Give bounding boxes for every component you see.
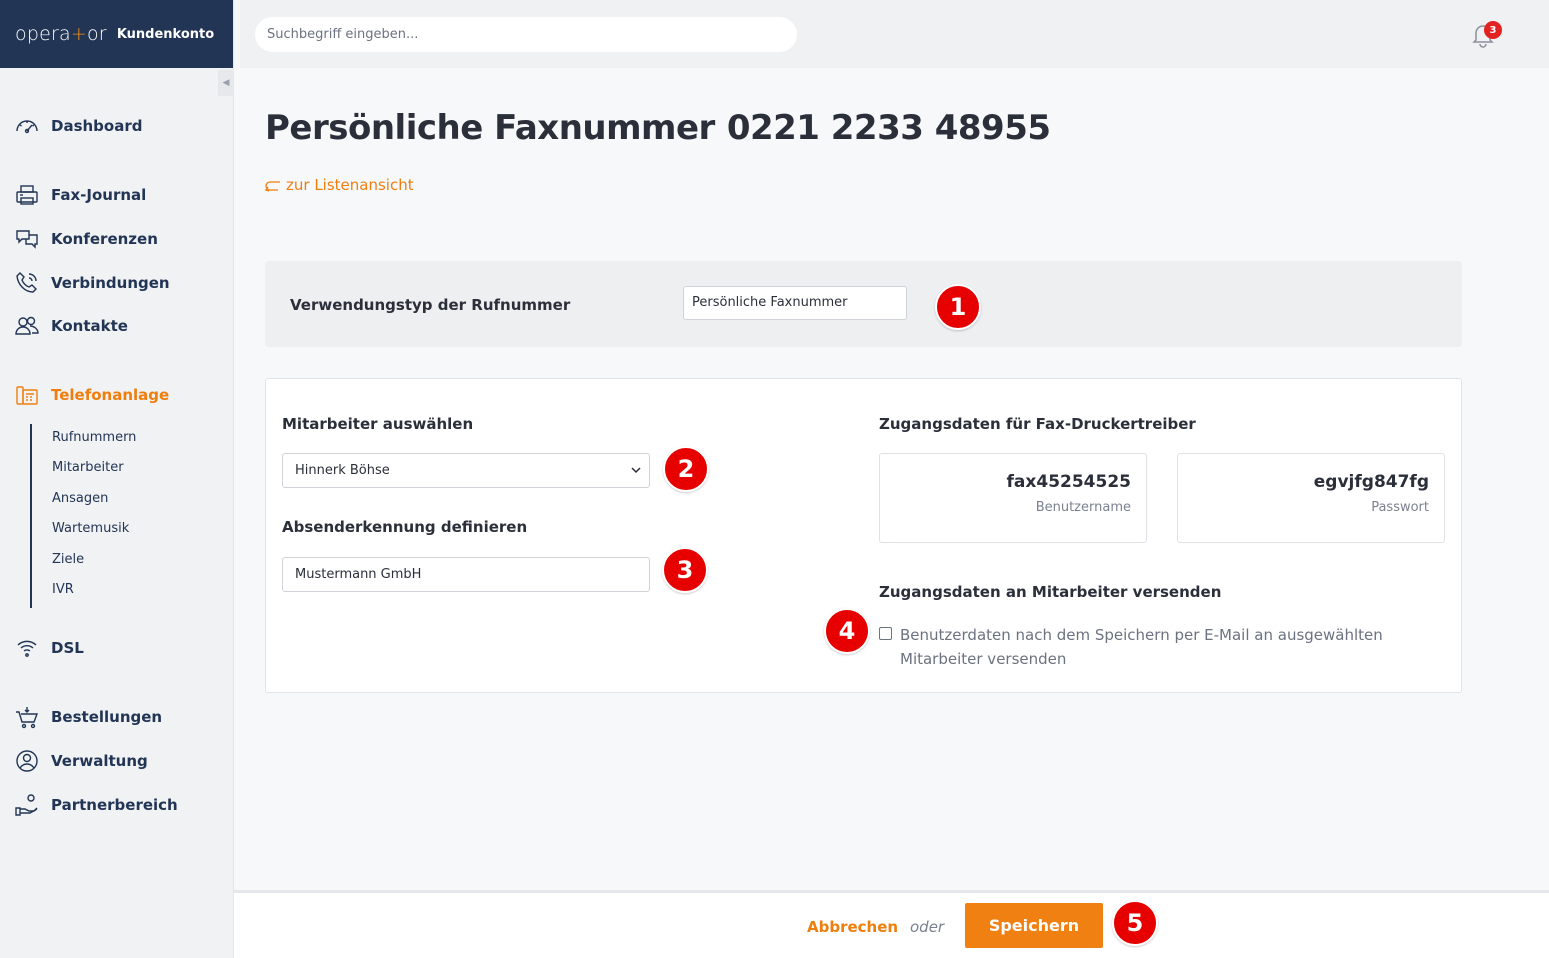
sidebar-item-bestellungen[interactable]: Bestellungen — [14, 704, 162, 730]
sidebar-item-fax-journal[interactable]: Fax-Journal — [14, 182, 146, 208]
sidebar-item-dsl[interactable]: DSL — [14, 635, 84, 661]
return-arrow-icon — [264, 181, 280, 192]
sidebar-item-verbindungen[interactable]: Verbindungen — [14, 270, 170, 296]
notification-badge: 3 — [1484, 21, 1502, 39]
employee-heading: Mitarbeiter auswählen — [282, 415, 474, 433]
back-to-list-link[interactable]: zur Listenansicht — [264, 176, 414, 194]
sidebar-item-label: Kontakte — [51, 317, 128, 335]
contacts-icon — [15, 316, 39, 335]
telefonanlage-subnav: Rufnummern Mitarbeiter Ansagen Wartemusi… — [30, 424, 136, 608]
callout-marker-1: 1 — [935, 284, 981, 330]
chat-bubbles-icon — [16, 230, 38, 249]
collapse-sidebar-button[interactable]: ◀ — [218, 70, 234, 96]
employee-select[interactable]: Hinnerk Böhse — [282, 453, 650, 488]
send-credentials-option[interactable]: Benutzerdaten nach dem Speichern per E-M… — [879, 623, 1440, 671]
subnav-item-rufnummern[interactable]: Rufnummern — [52, 430, 136, 445]
usage-type-panel: Verwendungstyp der Rufnummer Persönliche… — [265, 261, 1462, 347]
dashboard-gauge-icon — [16, 120, 38, 134]
or-separator: oder — [910, 918, 945, 936]
sidebar-item-dashboard[interactable]: Dashboard — [14, 113, 142, 139]
sidebar-item-label: Bestellungen — [51, 708, 163, 726]
sidebar-item-kontakte[interactable]: Kontakte — [14, 313, 128, 339]
sidebar-item-label: Dashboard — [51, 117, 143, 135]
username-value: fax45254525 — [1006, 472, 1131, 492]
sidebar-item-label: Konferenzen — [51, 230, 158, 248]
fax-printer-icon — [16, 185, 38, 205]
sidebar-item-label: Verwaltung — [51, 752, 148, 770]
sidebar-item-label: Fax-Journal — [51, 186, 147, 204]
sidebar-item-telefonanlage[interactable]: Telefonanlage — [14, 382, 169, 408]
save-button[interactable]: Speichern — [965, 903, 1103, 948]
password-caption: Passwort — [1371, 500, 1429, 515]
logo: opera+or — [15, 23, 107, 45]
chevron-left-icon: ◀ — [222, 78, 230, 88]
page-title: Persönliche Faxnummer 0221 2233 48955 — [265, 108, 1051, 148]
cancel-button[interactable]: Abbrechen — [807, 918, 898, 936]
send-credentials-label: Benutzerdaten nach dem Speichern per E-M… — [900, 626, 1383, 668]
usage-type-label: Verwendungstyp der Rufnummer — [290, 296, 571, 314]
send-credentials-heading: Zugangsdaten an Mitarbeiter versenden — [879, 583, 1222, 601]
subnav-item-ansagen[interactable]: Ansagen — [52, 491, 108, 506]
brand-header[interactable]: opera+or Kundenkonto — [0, 0, 233, 68]
sidebar-item-partnerbereich[interactable]: Partnerbereich — [14, 792, 178, 818]
page-title-text: Persönliche Faxnummer — [265, 108, 715, 148]
cart-icon — [16, 707, 39, 729]
subnav-item-ziele[interactable]: Ziele — [52, 552, 84, 567]
footer-bar: Abbrechen oder Speichern — [234, 890, 1549, 958]
sidebar: opera+or Kundenkonto ◀ Dashboard Fax-Jou… — [0, 0, 234, 958]
credentials-heading: Zugangsdaten für Fax-Druckertreiber — [879, 415, 1196, 433]
subnav-item-wartemusik[interactable]: Wartemusik — [52, 521, 129, 536]
username-caption: Benutzername — [1035, 500, 1131, 515]
sidebar-item-label: Telefonanlage — [51, 386, 170, 404]
sidebar-item-verwaltung[interactable]: Verwaltung — [14, 748, 148, 774]
password-card: egvjfg847fg Passwort — [1177, 453, 1445, 543]
back-link-label: zur Listenansicht — [286, 176, 414, 194]
sender-id-input[interactable]: Mustermann GmbH — [282, 557, 650, 592]
chevron-down-icon — [631, 467, 641, 474]
sidebar-item-label: Partnerbereich — [51, 796, 178, 814]
topbar: 3 — [240, 0, 1549, 68]
sidebar-item-label: Verbindungen — [51, 274, 170, 292]
sidebar-item-label: DSL — [51, 639, 84, 657]
wifi-icon — [17, 640, 37, 657]
user-circle-icon — [16, 750, 38, 772]
usage-type-field[interactable]: Persönliche Faxnummer — [683, 286, 907, 320]
username-card: fax45254525 Benutzername — [879, 453, 1147, 543]
phone-system-icon — [16, 386, 38, 405]
subnav-item-ivr[interactable]: IVR — [52, 582, 74, 597]
employee-select-value: Hinnerk Böhse — [295, 463, 390, 478]
sender-heading: Absenderkennung definieren — [282, 518, 528, 536]
subnav-item-mitarbeiter[interactable]: Mitarbeiter — [52, 460, 124, 475]
partner-hand-icon — [15, 794, 38, 816]
brand-subtitle: Kundenkonto — [116, 26, 215, 42]
search-input[interactable] — [255, 17, 797, 52]
sidebar-item-konferenzen[interactable]: Konferenzen — [14, 226, 158, 252]
fax-number: 0221 2233 48955 — [726, 108, 1051, 148]
callout-marker-5: 5 — [1112, 900, 1158, 946]
callout-marker-3: 3 — [662, 547, 708, 593]
phone-icon — [16, 272, 37, 293]
send-credentials-checkbox[interactable] — [879, 627, 892, 640]
callout-marker-2: 2 — [663, 446, 709, 492]
callout-marker-4: 4 — [824, 608, 870, 654]
password-value: egvjfg847fg — [1313, 472, 1429, 492]
